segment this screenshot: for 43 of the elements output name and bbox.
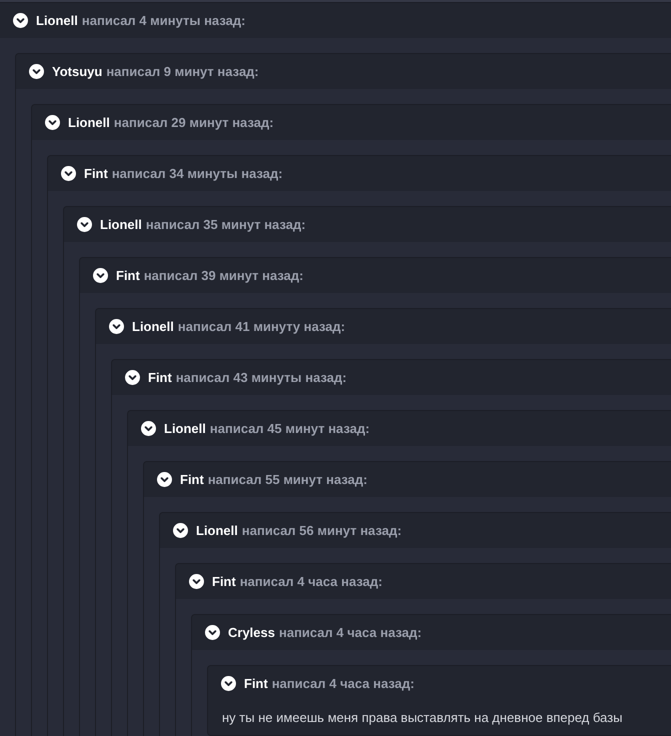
post-meta: написал 41 минуту назад: <box>178 318 346 336</box>
chevron-down-icon[interactable] <box>189 574 204 589</box>
post-meta: написал 39 минут назад: <box>144 266 304 285</box>
chevron-down-icon[interactable] <box>13 13 28 28</box>
post-meta: написал 34 минуты назад: <box>112 164 283 183</box>
chevron-down-icon[interactable] <box>141 421 156 436</box>
post-meta: написал 35 минут назад: <box>146 216 306 234</box>
author-name[interactable]: Fint <box>84 164 108 184</box>
chevron-down-icon[interactable] <box>29 64 44 79</box>
post-meta: написал 4 часа назад: <box>278 624 422 642</box>
author-name[interactable]: Lionell <box>36 10 78 30</box>
author-name[interactable]: Fint <box>180 470 204 490</box>
post-meta: написал 56 минут назад: <box>242 522 402 540</box>
chevron-down-icon[interactable] <box>157 472 172 487</box>
post-meta: написал 9 минут назад: <box>106 62 259 81</box>
chevron-down-icon[interactable] <box>93 268 108 283</box>
author-name[interactable]: Lionell <box>196 520 238 540</box>
author-name[interactable]: Fint <box>244 674 268 694</box>
chevron-down-icon[interactable] <box>61 166 76 181</box>
author-name[interactable]: Lionell <box>100 214 142 234</box>
post-meta: написал 4 часа назад: <box>272 674 414 693</box>
author-name[interactable]: Yotsuyu <box>52 62 102 82</box>
post-meta: написал 4 часа назад: <box>240 572 382 591</box>
author-name[interactable]: Lionell <box>132 316 174 336</box>
author-name[interactable]: Lionell <box>164 418 206 438</box>
post-meta: написал 4 минуты назад: <box>82 12 246 30</box>
chevron-down-icon[interactable] <box>109 319 124 334</box>
comment-text: ну ты не имеешь меня права выставлять на дневное вперед базы <box>222 709 622 728</box>
post-meta: написал 43 минуты назад: <box>176 368 347 387</box>
chevron-down-icon[interactable] <box>205 625 220 640</box>
chevron-down-icon[interactable] <box>77 217 92 232</box>
chevron-down-icon[interactable] <box>221 676 236 691</box>
chevron-down-icon[interactable] <box>125 370 140 385</box>
chevron-down-icon[interactable] <box>45 115 60 130</box>
author-name[interactable]: Fint <box>212 572 236 592</box>
author-name[interactable]: Lionell <box>68 112 110 132</box>
post-meta: написал 29 минут назад: <box>114 114 274 132</box>
post-meta: написал 45 минут назад: <box>210 420 370 438</box>
author-name[interactable]: Cryless <box>228 622 275 642</box>
author-name[interactable]: Fint <box>148 368 172 388</box>
author-name[interactable]: Fint <box>116 266 140 286</box>
post-meta: написал 55 минут назад: <box>208 470 368 489</box>
chevron-down-icon[interactable] <box>173 523 188 538</box>
